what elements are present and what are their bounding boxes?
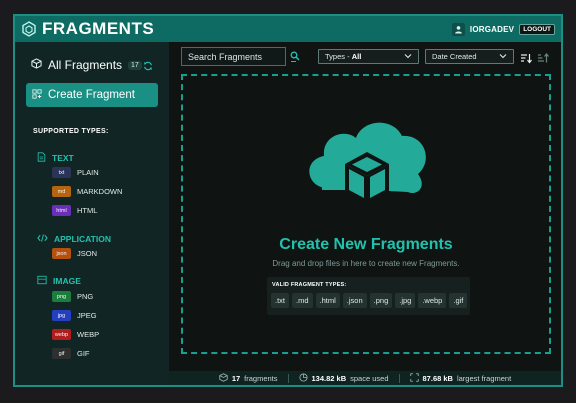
- cloud-cube-icon: [300, 116, 434, 233]
- all-fragments-label: All Fragments: [48, 58, 123, 72]
- user-area: IORGADEV LOGOUT: [451, 22, 555, 36]
- refresh-icon[interactable]: [143, 58, 153, 76]
- type-item-webp: webp WEBP: [52, 329, 99, 340]
- valid-types-heading: VALID FRAGMENT TYPES:: [272, 282, 347, 288]
- dropzone-title: Create New Fragments: [279, 236, 453, 253]
- file-dropzone[interactable]: Create New Fragments Drag and drop files…: [181, 74, 551, 354]
- status-footer: 17 fragments 134.82 kB space used 87.68 …: [169, 371, 561, 385]
- chevron-down-icon: [499, 52, 507, 61]
- toolbar: Types - All Date Created: [181, 47, 553, 67]
- type-chip: md: [52, 186, 71, 197]
- type-chip: gif: [52, 348, 71, 359]
- cube-icon: [219, 372, 228, 384]
- search-icon[interactable]: [290, 50, 300, 68]
- space-used-value: 134.82 kB: [311, 373, 347, 383]
- stat-space-used: 134.82 kB space used: [289, 372, 399, 384]
- type-item-gif: gif GIF: [52, 348, 90, 359]
- space-used-label: space used: [350, 373, 389, 383]
- app-title: FRAGMENTS: [42, 19, 155, 38]
- dropzone-subtitle: Drag and drop files in here to create ne…: [272, 259, 460, 268]
- main-content: Types - All Date Created: [169, 42, 561, 371]
- sort-descending-icon[interactable]: [520, 51, 532, 69]
- app-window: FRAGMENTS IORGADEV LOGOUT All Fragments …: [13, 14, 563, 387]
- cube-icon: [31, 56, 42, 74]
- cube-logo-icon: [21, 21, 37, 37]
- extension-chip: .gif: [449, 293, 468, 308]
- type-item-png: png PNG: [52, 291, 93, 302]
- type-item-html: html HTML: [52, 205, 97, 216]
- create-fragment-button[interactable]: Create Fragment: [26, 83, 158, 107]
- types-filter-select[interactable]: Types - All: [318, 49, 419, 64]
- image-icon: [37, 272, 47, 290]
- fragments-count: 17: [231, 373, 241, 383]
- sidebar: All Fragments 17 Create Fragment SUPPORT…: [15, 42, 169, 385]
- largest-fragment-value: 87.68 kB: [422, 373, 453, 383]
- type-item-plain: txt PLAIN: [52, 167, 99, 178]
- type-name: PNG: [77, 292, 94, 301]
- type-group-label: TEXT: [52, 153, 74, 163]
- type-name: HTML: [77, 206, 98, 215]
- extension-chip: .txt: [271, 293, 290, 308]
- type-chip: webp: [52, 329, 71, 340]
- logout-button[interactable]: LOGOUT: [519, 23, 555, 35]
- create-fragment-label: Create Fragment: [48, 89, 135, 101]
- type-chip: html: [52, 205, 71, 216]
- type-chip: txt: [52, 167, 71, 178]
- type-group-text: TEXT: [37, 149, 74, 167]
- type-item-markdown: md MARKDOWN: [52, 186, 122, 197]
- extension-chip: .webp: [418, 293, 447, 308]
- type-item-json: json JSON: [52, 248, 97, 259]
- type-name: GIF: [77, 349, 90, 358]
- type-name: WEBP: [77, 330, 100, 339]
- chevron-down-icon: [404, 52, 412, 61]
- date-sort-select[interactable]: Date Created: [425, 49, 514, 64]
- user-icon[interactable]: [451, 22, 465, 36]
- sort-ascending-icon[interactable]: [537, 51, 549, 69]
- search-input[interactable]: [181, 47, 286, 66]
- type-name: PLAIN: [77, 168, 99, 177]
- extension-chip: .jpg: [395, 293, 416, 308]
- supported-types-heading: SUPPORTED TYPES:: [33, 128, 109, 135]
- extension-chip: .json: [342, 293, 367, 308]
- username: IORGADEV: [469, 24, 515, 34]
- stat-fragments: 17 fragments: [209, 372, 288, 384]
- grid-plus-icon: [32, 86, 42, 104]
- type-group-image: IMAGE: [37, 272, 81, 290]
- type-group-application: APPLICATION: [37, 230, 111, 248]
- type-name: JPEG: [77, 311, 97, 320]
- type-group-label: IMAGE: [53, 276, 81, 286]
- pie-chart-icon: [299, 372, 308, 384]
- stat-largest: 87.68 kB largest fragment: [400, 372, 522, 384]
- extension-list: .txt .md .html .json .png .jpg .webp .gi…: [271, 293, 468, 308]
- document-icon: [37, 149, 46, 167]
- header: FRAGMENTS IORGADEV LOGOUT: [15, 16, 561, 42]
- expand-icon: [409, 372, 419, 384]
- largest-fragment-label: largest fragment: [456, 373, 512, 383]
- extension-chip: .png: [369, 293, 393, 308]
- all-fragments-link[interactable]: All Fragments 17: [31, 56, 142, 74]
- type-item-jpeg: jpg JPEG: [52, 310, 97, 321]
- fragment-count-badge: 17: [128, 60, 142, 70]
- type-group-label: APPLICATION: [54, 234, 111, 244]
- type-name: JSON: [77, 249, 98, 258]
- extension-chip: .md: [292, 293, 313, 308]
- type-chip: png: [52, 291, 71, 302]
- fragments-label: fragments: [244, 373, 278, 383]
- type-chip: json: [52, 248, 71, 259]
- type-name: MARKDOWN: [77, 187, 123, 196]
- valid-types-box: VALID FRAGMENT TYPES: .txt .md .html .js…: [267, 277, 470, 315]
- type-chip: jpg: [52, 310, 71, 321]
- types-filter-label: Types -: [325, 52, 350, 61]
- types-filter-value: All: [351, 52, 362, 61]
- code-icon: [37, 230, 48, 248]
- extension-chip: .html: [315, 293, 340, 308]
- date-sort-label: Date Created: [432, 52, 477, 61]
